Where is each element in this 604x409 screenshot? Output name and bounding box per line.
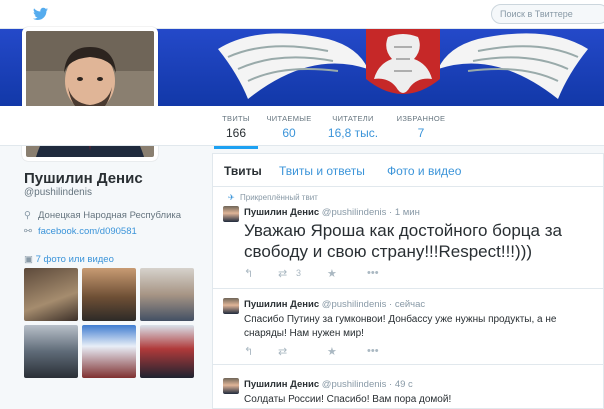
profile-website-link[interactable]: facebook.com/d090581 (38, 226, 137, 237)
favorite-icon[interactable]: ★ (327, 345, 337, 358)
profile-location: ⚲ Донецкая Народная Республика (24, 210, 181, 221)
tweet-header: Пушилин Денис @pushilindenis · сейчас (244, 299, 425, 310)
tab-photos-videos[interactable]: Фото и видео (387, 164, 461, 178)
pinned-label: Прикреплённый твит (240, 193, 318, 202)
tweet-item[interactable]: Пушилин Денис @pushilindenis · 49 с Солд… (213, 366, 603, 409)
tweet-text: Уважаю Яроша как достойного борца за сво… (244, 221, 562, 261)
stat-followers[interactable]: ЧИТАТЕЛИ 16,8 тыс. (326, 114, 380, 140)
media-thumbnail[interactable] (24, 325, 78, 378)
tweet-item[interactable]: ✈ Прикреплённый твит Пушилин Денис @push… (213, 188, 603, 289)
stat-favorites-value: 7 (417, 126, 425, 140)
reply-icon[interactable]: ↰ (244, 267, 253, 280)
tweet-header: Пушилин Денис @pushilindenis · 49 с (244, 379, 413, 390)
camera-icon: ▣ (24, 254, 33, 265)
profile-handle[interactable]: @pushilindenis (24, 187, 92, 198)
location-pin-icon: ⚲ (24, 210, 31, 221)
tweet-time[interactable]: · 1 мин (389, 207, 420, 218)
profile-website: ⚯ facebook.com/d090581 (24, 226, 137, 237)
reply-icon[interactable]: ↰ (244, 345, 253, 358)
retweet-icon[interactable]: ⇄ (278, 267, 287, 280)
search-input[interactable]: Поиск в Твиттере (491, 4, 604, 24)
tweet-timeline: Твиты Твиты и ответы Фото и видео ✈ Прик… (212, 153, 604, 409)
link-icon: ⚯ (24, 226, 32, 237)
tweet-text: Солдаты России! Спасибо! Вам пора домой! (244, 394, 452, 405)
tweet-author-name[interactable]: Пушилин Денис (244, 379, 319, 390)
pin-icon: ✈ (228, 193, 235, 202)
tweet-author-handle[interactable]: @pushilindenis (322, 299, 387, 310)
stat-following-value: 60 (282, 126, 296, 140)
tweet-item[interactable]: Пушилин Денис @pushilindenis · сейчас Сп… (213, 290, 603, 365)
photos-videos-label: 7 фото или видео (35, 254, 114, 265)
tweet-avatar[interactable] (223, 298, 239, 314)
stat-following[interactable]: ЧИТАЕМЫЕ 60 (266, 114, 312, 140)
tweet-text: Спасибо Путину за гумконвои! Донбассу уж… (244, 314, 557, 339)
tweet-avatar[interactable] (223, 206, 239, 222)
stat-favorites[interactable]: ИЗБРАННОЕ 7 (396, 114, 446, 140)
profile-stats-bar: ТВИТЫ 166 ЧИТАЕМЫЕ 60 ЧИТАТЕЛИ 16,8 тыс.… (0, 106, 604, 149)
tweet-author-handle[interactable]: @pushilindenis (322, 207, 387, 218)
media-thumbnail[interactable] (140, 325, 194, 378)
timeline-tabs: Твиты Твиты и ответы Фото и видео (213, 154, 603, 187)
stat-followers-label: ЧИТАТЕЛИ (332, 114, 374, 123)
media-thumbnail[interactable] (82, 268, 136, 321)
profile-name[interactable]: Пушилин Денис (24, 170, 143, 187)
coat-of-arms-image (218, 29, 588, 99)
tweet-author-handle[interactable]: @pushilindenis (322, 379, 387, 390)
media-thumbnail[interactable] (140, 268, 194, 321)
tab-tweets-and-replies[interactable]: Твиты и ответы (279, 164, 365, 178)
stat-following-label: ЧИТАЕМЫЕ (266, 114, 312, 123)
tab-tweets[interactable]: Твиты (224, 164, 262, 178)
tweet-author-name[interactable]: Пушилин Денис (244, 207, 319, 218)
tweet-time[interactable]: · 49 с (389, 379, 413, 390)
stat-favorites-label: ИЗБРАННОЕ (396, 114, 446, 123)
twitter-bird-icon[interactable] (33, 7, 48, 21)
tweet-author-name[interactable]: Пушилин Денис (244, 299, 319, 310)
more-icon[interactable]: ••• (367, 345, 379, 357)
media-thumbnail[interactable] (24, 268, 78, 321)
stat-followers-value: 16,8 тыс. (327, 126, 379, 140)
tweet-header: Пушилин Денис @pushilindenis · 1 мин (244, 207, 420, 218)
media-thumbnail[interactable] (82, 325, 136, 378)
photos-videos-link[interactable]: ▣ 7 фото или видео (24, 254, 114, 265)
retweet-count: 3 (296, 268, 302, 278)
more-icon[interactable]: ••• (367, 267, 379, 279)
stat-tweets[interactable]: ТВИТЫ 166 (214, 114, 258, 149)
retweet-icon[interactable]: ⇄ (278, 345, 287, 358)
tweet-time[interactable]: · сейчас (389, 299, 425, 310)
profile-location-text: Донецкая Народная Республика (38, 210, 182, 221)
tweet-avatar[interactable] (223, 378, 239, 394)
stat-tweets-value: 166 (225, 126, 247, 140)
top-navigation-bar: Поиск в Твиттере (0, 0, 604, 29)
stat-tweets-label: ТВИТЫ (222, 114, 250, 123)
favorite-icon[interactable]: ★ (327, 267, 337, 280)
